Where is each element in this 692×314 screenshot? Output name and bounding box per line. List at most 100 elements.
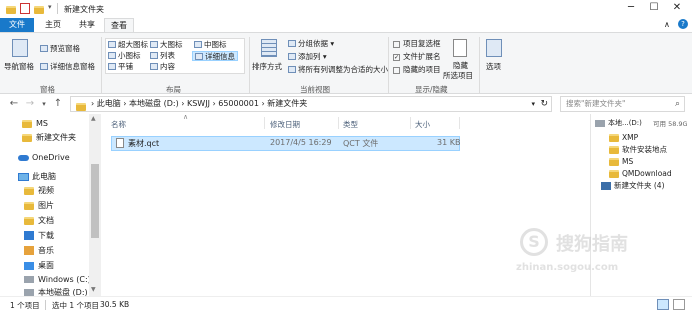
group-by-button[interactable]: 分组依据 ▾ [288,39,334,49]
column-header-name[interactable]: 名称 [111,119,126,130]
file-name: 素材.qct [128,139,160,148]
search-input[interactable]: 搜索"新建文件夹" ⌕ [560,96,685,112]
details-item[interactable]: QMDownload [609,168,672,180]
title-bar: ▾ 新建文件夹 ─ ☐ ✕ [0,0,692,18]
nav-item-onedrive[interactable]: OneDrive [18,151,70,164]
pictures-folder-icon [24,201,34,210]
scroll-down-icon[interactable]: ▼ [91,286,96,293]
status-item-count: 1 个项目 [10,301,40,310]
column-header-date[interactable]: 修改日期 [270,119,300,130]
ribbon-view: 导航窗格 预览窗格 详细信息窗格 窗格 超大图标 大图标 中图标 小图标 列表 … [0,32,692,94]
details-item[interactable]: XMP [609,132,638,144]
tab-file[interactable]: 文件 [0,18,34,32]
quick-access-dropdown-icon[interactable]: ▾ [48,3,52,11]
nav-item-label: 下载 [38,231,54,240]
nav-scrollbar[interactable]: ▲ ▼ [89,114,101,296]
back-button[interactable]: ← [8,97,20,111]
nav-item[interactable]: Windows (C:) [24,273,91,286]
video-folder-icon [24,186,34,195]
details-item[interactable]: 新建文件夹 (4) [601,180,665,192]
nav-item[interactable]: 本地磁盘 (D:) [24,286,88,296]
preview-pane-button[interactable]: 预览窗格 [40,44,80,54]
file-extension-toggle[interactable]: ✓ 文件扩展名 [393,52,441,62]
quick-access-newfolder-icon[interactable] [34,5,44,14]
search-placeholder: 搜索"新建文件夹" [566,99,626,108]
layout-extra-large-icons[interactable]: 超大图标 [108,40,148,50]
close-button[interactable]: ✕ [666,2,688,16]
sort-button[interactable]: 排序方式 [252,37,286,79]
download-icon [24,231,34,240]
breadcrumb-item[interactable]: KSWJJ [187,99,210,108]
layout-list[interactable]: 列表 [150,51,175,61]
layout-tiles[interactable]: 平铺 [108,62,133,72]
nav-item[interactable]: 下载 [24,229,54,242]
breadcrumb-item[interactable]: 新建文件夹 [267,99,307,108]
view-group-label: 当前视图 [300,85,330,94]
layout-medium-icons[interactable]: 中图标 [194,40,227,50]
ribbon-separator [388,37,389,93]
tab-share[interactable]: 共享 [72,18,102,32]
nav-item[interactable]: 图片 [24,199,54,212]
file-date: 2017/4/5 16:29 [270,138,332,147]
breadcrumb-item[interactable]: 此电脑 [97,99,121,108]
quick-access-properties-icon[interactable] [20,3,30,14]
address-dropdown-icon[interactable]: ▾ [531,97,535,111]
up-button[interactable]: ↑ [52,97,64,111]
nav-pane-button[interactable]: 导航窗格 [4,37,36,79]
details-pane-button[interactable]: 详细信息窗格 [40,62,95,72]
nav-item[interactable]: 视频 [24,184,54,197]
forward-button[interactable]: → [24,97,36,111]
search-icon[interactable]: ⌕ [675,97,680,111]
hidden-items-toggle[interactable]: 隐藏的项目 [393,65,441,75]
hide-selected-icon [453,39,467,57]
column-header-type[interactable]: 类型 [343,119,358,130]
file-type: QCT 文件 [343,139,379,148]
folder-icon [609,158,619,166]
preview-pane-icon [40,45,48,52]
layout-content[interactable]: 内容 [150,62,175,72]
layout-large-icons[interactable]: 大图标 [150,40,183,50]
add-column-button[interactable]: 添加列 ▾ [288,52,327,62]
fit-columns-button[interactable]: 将所有列调整为合适的大小 [288,65,388,75]
breadcrumb-item[interactable]: 本地磁盘 (D:) [129,99,179,108]
tab-home[interactable]: 主页 [38,18,68,32]
refresh-icon[interactable]: ↻ [540,97,548,111]
options-button[interactable]: 选项 [482,37,506,79]
sort-arrow-icon: ∧ [183,113,189,121]
nav-item[interactable]: MS [22,117,48,130]
large-icons-view-button[interactable] [673,299,685,310]
drive-icon [595,120,605,127]
layout-small-icons[interactable]: 小图标 [108,51,141,61]
folder-icon [22,119,32,128]
hide-selected-button[interactable]: 隐藏 所选项目 [443,37,479,81]
ribbon-collapse-icon[interactable]: ∧ [664,20,670,29]
breadcrumb-item[interactable]: 65000001 [218,99,259,108]
layout-details[interactable]: 详细信息 [192,51,238,61]
recent-dropdown-icon[interactable]: ▾ [38,97,50,111]
nav-pane-icon [12,39,28,57]
breadcrumb[interactable]: › 此电脑 › 本地磁盘 (D:) › KSWJJ › 65000001 › 新… [70,96,552,112]
minimize-button[interactable]: ─ [620,2,642,16]
status-divider [45,300,46,310]
maximize-button[interactable]: ☐ [643,2,665,16]
details-item[interactable]: 软件安装地点 [609,144,667,156]
breadcrumb-folder-icon [76,100,86,111]
nav-item-this-pc[interactable]: 此电脑 [18,170,56,183]
details-item[interactable]: MS [609,156,633,168]
nav-item-label: 图片 [38,201,54,210]
nav-item[interactable]: 音乐 [24,244,54,257]
tab-view[interactable]: 查看 [104,18,134,33]
column-header-size[interactable]: 大小 [415,119,430,130]
nav-item[interactable]: 文档 [24,214,54,227]
details-view-button[interactable] [657,299,669,310]
item-checkbox-toggle[interactable]: 项目复选框 [393,39,441,49]
stacked-folder-icon [601,182,611,190]
nav-item-label: 桌面 [38,261,54,270]
scroll-thumb[interactable] [91,164,99,238]
help-icon[interactable]: ? [678,19,688,29]
watermark-logo: S [520,228,548,256]
nav-item[interactable]: 桌面 [24,259,54,272]
nav-item[interactable]: 新建文件夹 [22,131,76,144]
scroll-up-icon[interactable]: ▲ [91,115,96,122]
watermark-text: 搜狗指南 [556,234,628,255]
